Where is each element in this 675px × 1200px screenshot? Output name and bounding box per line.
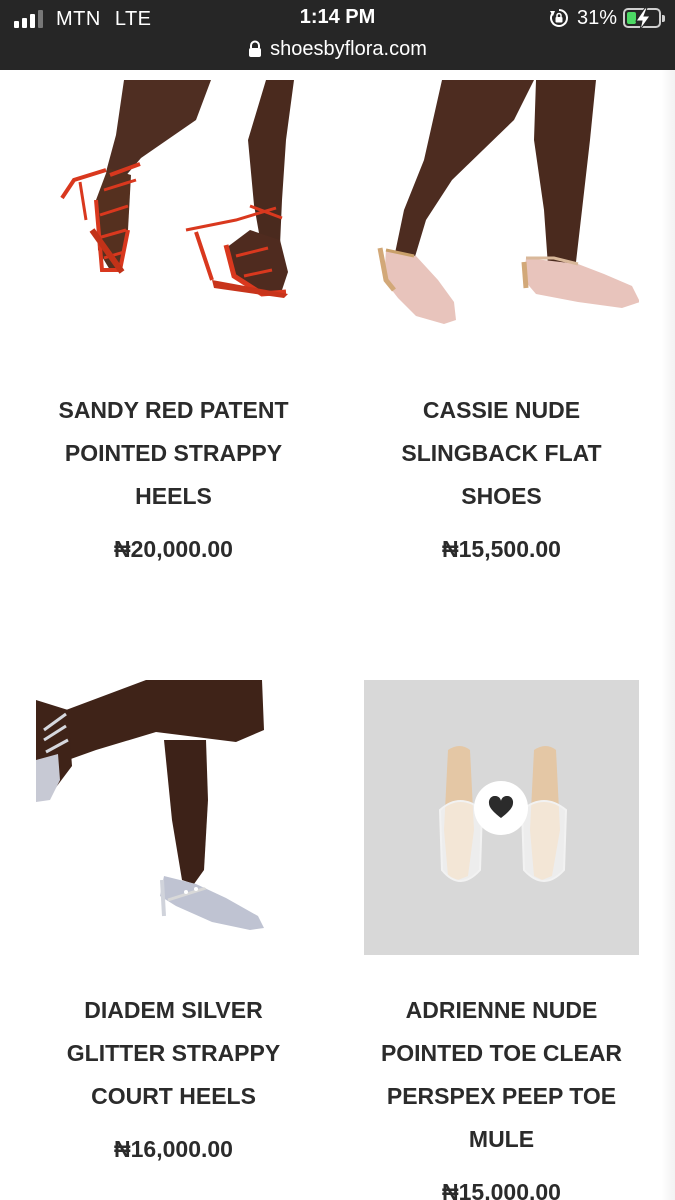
url-text[interactable]: shoesbyflora.com — [270, 38, 427, 61]
product-card-diadem-silver[interactable]: DIADEM SILVER GLITTER STRAPPY COURT HEEL… — [36, 680, 311, 1180]
product-price: ₦20,000.00 — [114, 536, 233, 562]
product-title-line[interactable]: SHOES — [354, 475, 649, 518]
product-title[interactable]: CASSIE NUDE SLINGBACK FLAT SHOES — [354, 389, 649, 518]
product-image[interactable] — [36, 80, 311, 300]
product-title[interactable]: DIADEM SILVER GLITTER STRAPPY COURT HEEL… — [26, 989, 321, 1118]
product-title-line[interactable]: MULE — [354, 1118, 649, 1161]
bolt-icon — [635, 7, 651, 31]
product-image[interactable] — [364, 80, 639, 330]
product-card-cassie-nude[interactable]: CASSIE NUDE SLINGBACK FLAT SHOES ₦15,500… — [364, 80, 639, 580]
status-right: 31% — [549, 5, 665, 31]
product-title-line[interactable]: COURT HEELS — [26, 1075, 321, 1118]
product-title-line[interactable]: SANDY RED PATENT — [26, 389, 321, 432]
silver-heels-photo — [36, 680, 264, 930]
product-price: ₦16,000.00 — [114, 1136, 233, 1162]
product-title-line[interactable]: GLITTER STRAPPY — [26, 1032, 321, 1075]
status-bar: MTN LTE 1:14 PM 31% shoesbyflora.com — [0, 0, 675, 70]
nude-flats-photo — [377, 80, 639, 324]
product-title-line[interactable]: DIADEM SILVER — [26, 989, 321, 1032]
address-bar[interactable]: shoesbyflora.com — [0, 36, 675, 62]
page-edge-shadow — [661, 70, 675, 1200]
red-heels-photo — [60, 80, 294, 298]
rotation-lock-icon — [549, 9, 568, 27]
product-price: ₦15,000.00 — [442, 1179, 561, 1200]
product-title-line[interactable]: ADRIENNE NUDE — [354, 989, 649, 1032]
product-image[interactable] — [364, 680, 639, 955]
product-title-line[interactable]: PERSPEX PEEP TOE — [354, 1075, 649, 1118]
product-title-line[interactable]: POINTED TOE CLEAR — [354, 1032, 649, 1075]
product-title[interactable]: SANDY RED PATENT POINTED STRAPPY HEELS — [26, 389, 321, 518]
product-price: ₦15,500.00 — [442, 536, 561, 562]
product-title[interactable]: ADRIENNE NUDE POINTED TOE CLEAR PERSPEX … — [354, 989, 649, 1161]
battery-charging-icon — [623, 7, 665, 31]
product-image[interactable] — [36, 680, 311, 955]
product-card-adrienne-nude[interactable]: ADRIENNE NUDE POINTED TOE CLEAR PERSPEX … — [364, 680, 639, 1200]
wishlist-button[interactable] — [474, 781, 528, 835]
lock-icon — [249, 40, 262, 57]
product-title-line[interactable]: CASSIE NUDE — [354, 389, 649, 432]
heart-icon — [488, 796, 514, 818]
product-title-line[interactable]: SLINGBACK FLAT — [354, 432, 649, 475]
battery-percent: 31% — [576, 6, 617, 29]
product-title-line[interactable]: HEELS — [26, 475, 321, 518]
product-card-sandy-red[interactable]: SANDY RED PATENT POINTED STRAPPY HEELS ₦… — [36, 80, 311, 580]
product-title-line[interactable]: POINTED STRAPPY — [26, 432, 321, 475]
